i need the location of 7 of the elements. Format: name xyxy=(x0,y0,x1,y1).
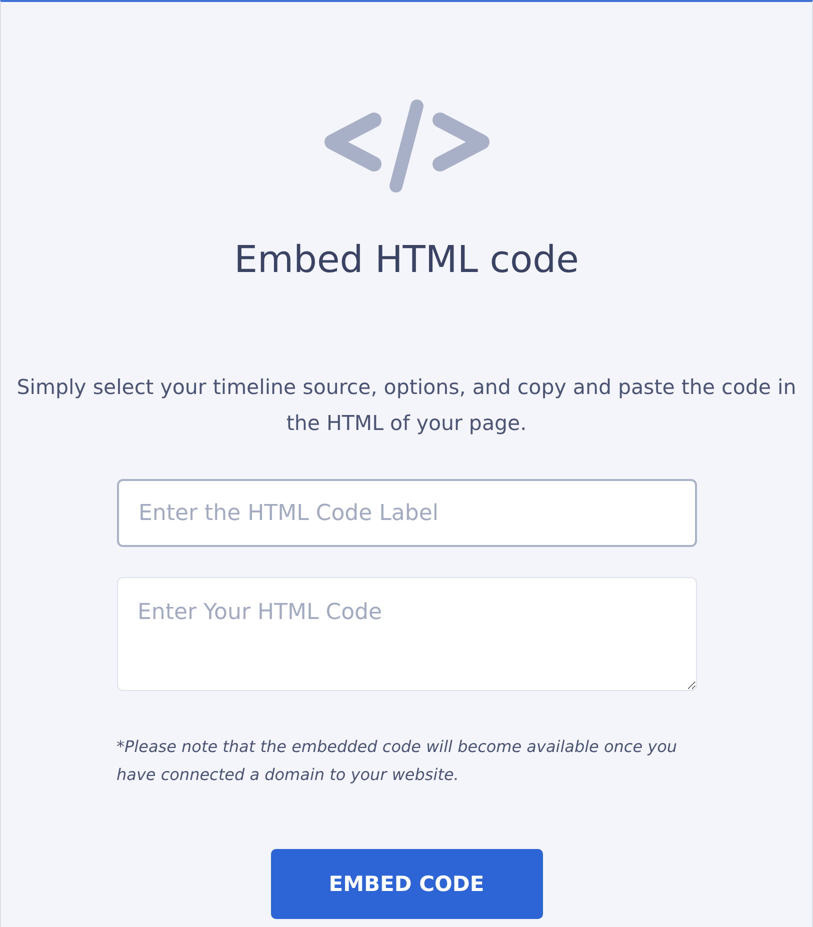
html-code-field[interactable]: Enter Your HTML Code xyxy=(116,577,696,691)
note-text: *Please note that the embedded code will become available once you have connected a domain to your website. xyxy=(116,736,678,786)
embed-code-button[interactable]: EMBED CODE xyxy=(270,849,542,919)
code-label-field[interactable]: Enter the HTML Code Label xyxy=(116,479,696,547)
description-text: Simply select your timeline source, options, and copy and paste the code in the HTML of your page. xyxy=(16,374,798,437)
code-icon xyxy=(324,98,490,194)
dialog-title: Embed HTML code xyxy=(234,238,579,281)
